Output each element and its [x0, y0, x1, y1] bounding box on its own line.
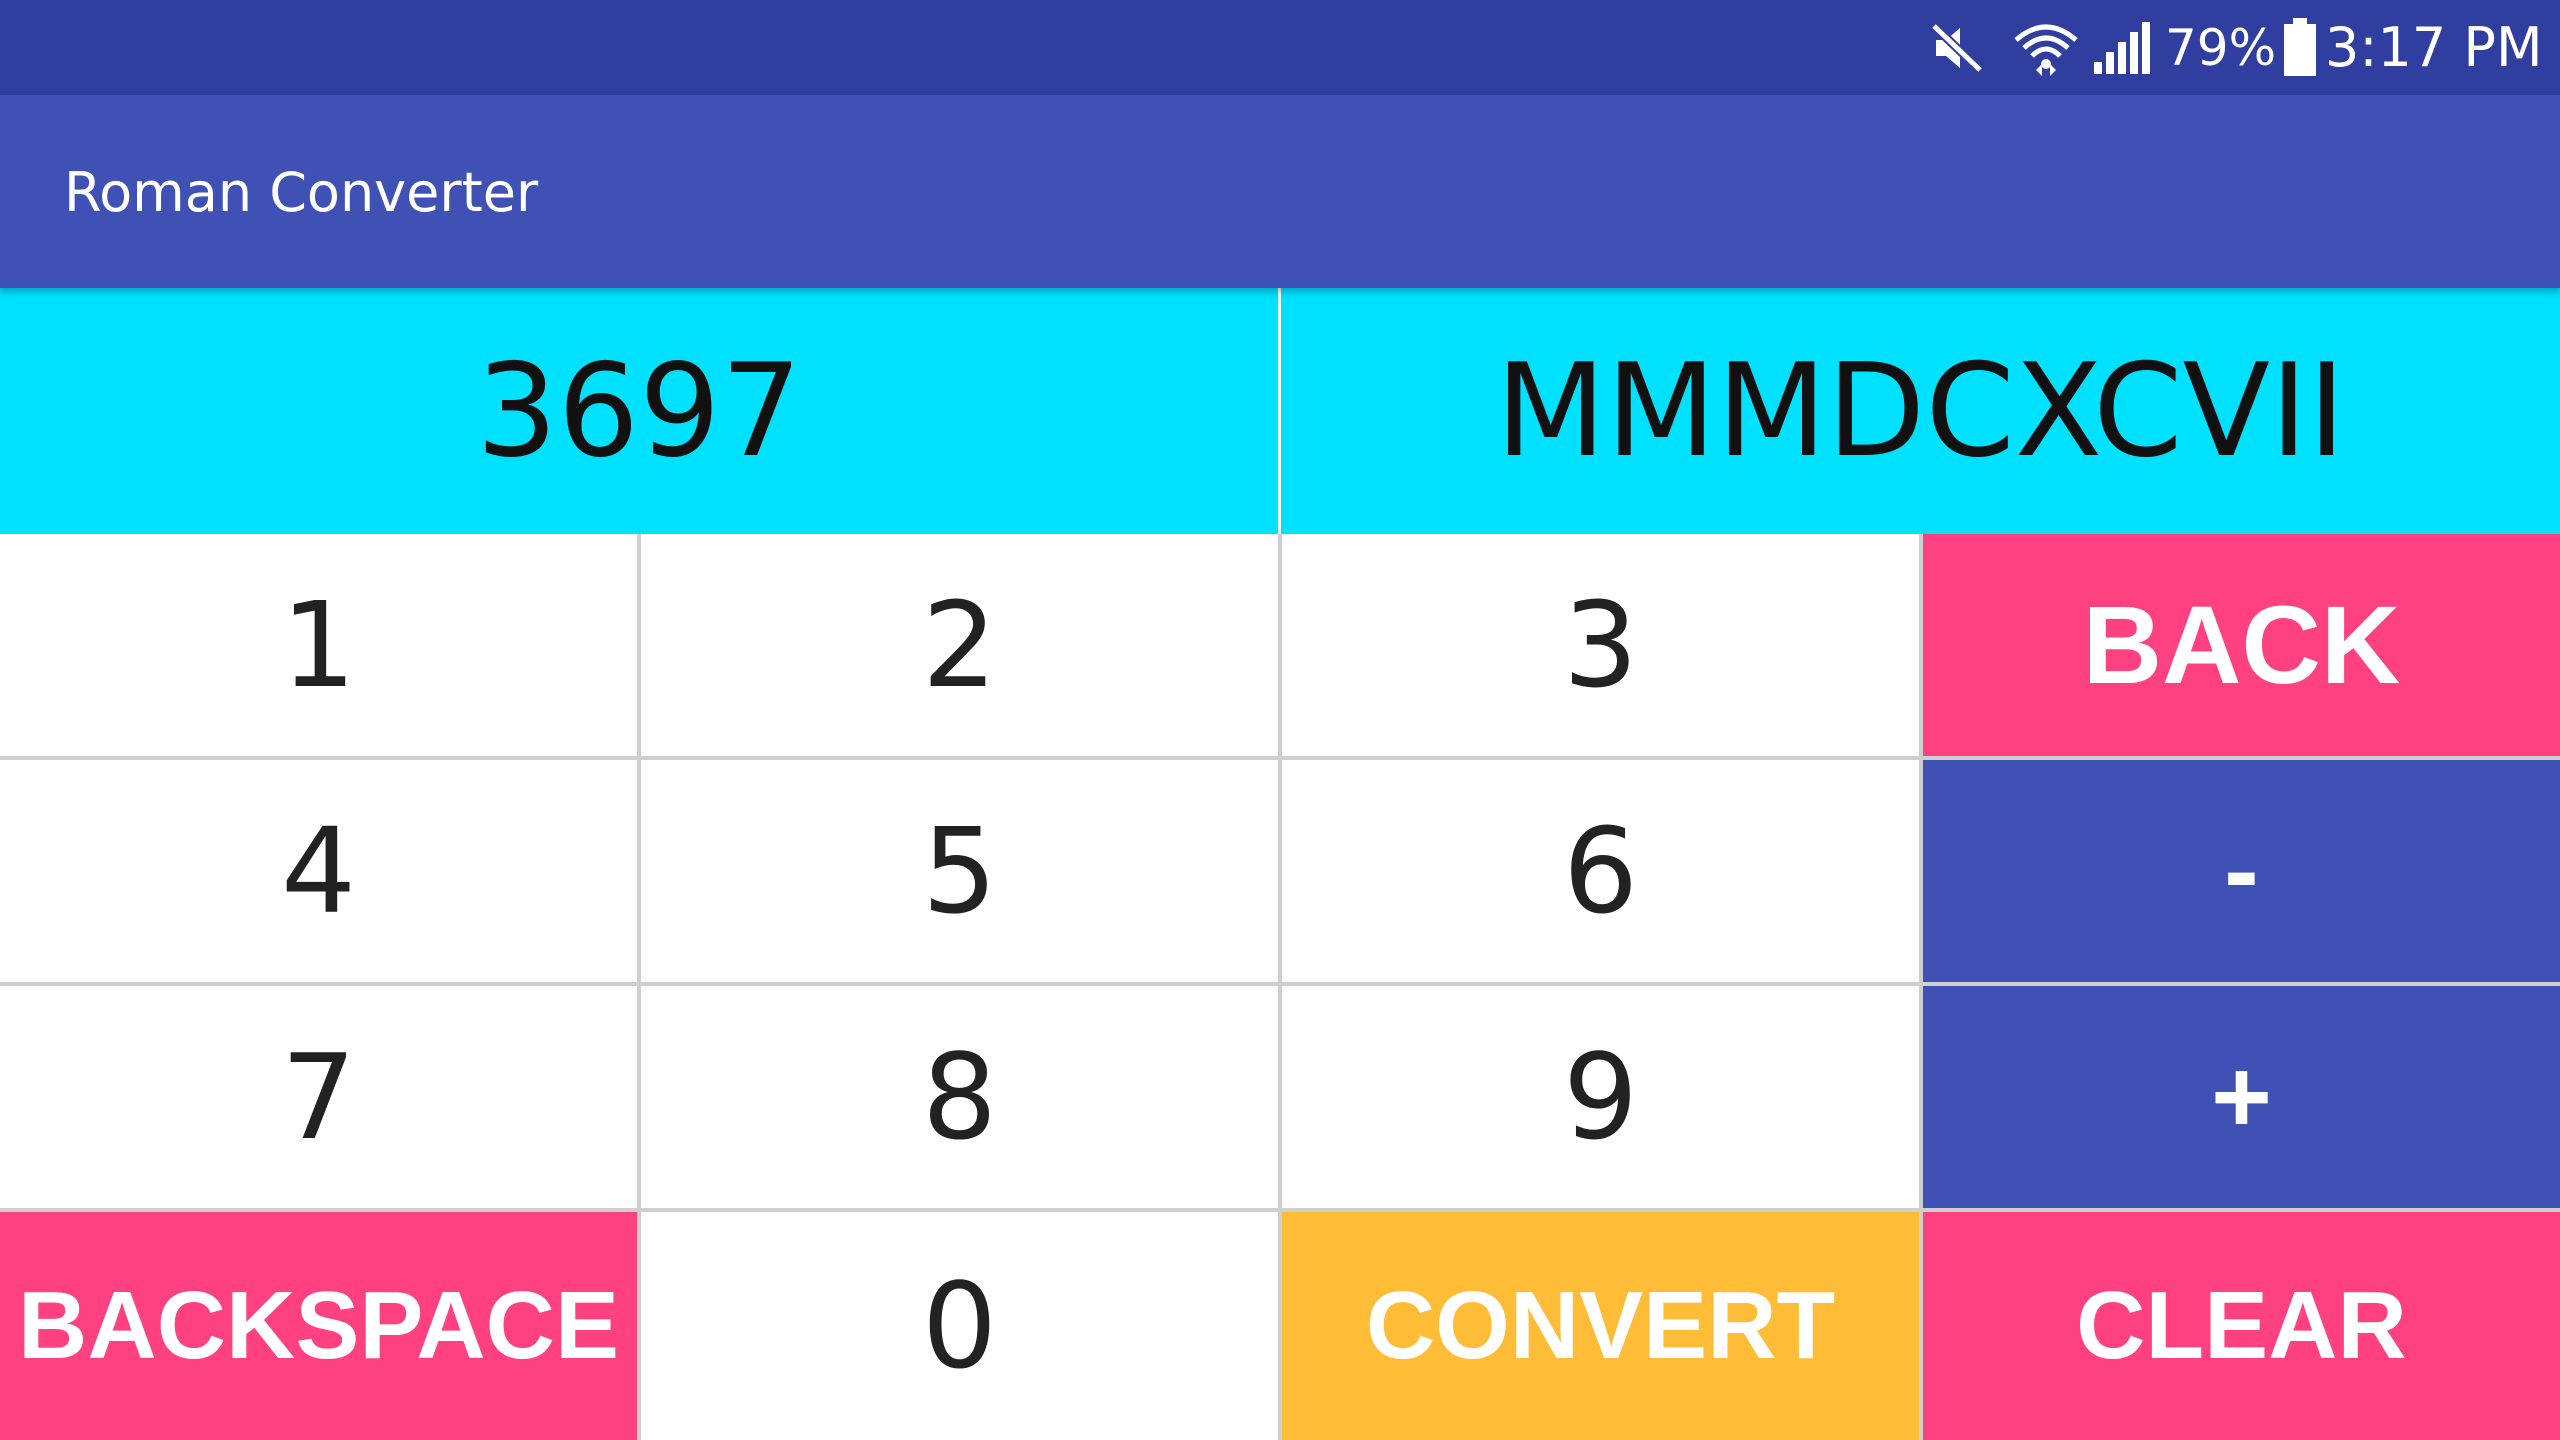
digit-1-button[interactable]: 1 — [0, 534, 637, 756]
signal-icon — [2092, 20, 2152, 76]
decrement-button[interactable]: - — [1923, 760, 2560, 982]
digit-3-button[interactable]: 3 — [1282, 534, 1919, 756]
digit-7-button[interactable]: 7 — [0, 986, 637, 1208]
status-bar: 79% 3:17 PM — [0, 0, 2560, 95]
convert-button[interactable]: CONVERT — [1282, 1212, 1919, 1440]
digit-6-button[interactable]: 6 — [1282, 760, 1919, 982]
wifi-icon — [2012, 20, 2080, 76]
battery-percentage: 79% — [2165, 19, 2277, 77]
digit-0-button[interactable]: 0 — [641, 1212, 1278, 1440]
clear-button[interactable]: CLEAR — [1923, 1212, 2560, 1440]
digit-5-button[interactable]: 5 — [641, 760, 1278, 982]
digit-8-button[interactable]: 8 — [641, 986, 1278, 1208]
clock: 3:17 PM — [2325, 16, 2543, 79]
app-bar: Roman Converter — [0, 95, 2560, 288]
digit-2-button[interactable]: 2 — [641, 534, 1278, 756]
backspace-button[interactable]: BACKSPACE — [0, 1212, 637, 1440]
digit-9-button[interactable]: 9 — [1282, 986, 1919, 1208]
back-button[interactable]: BACK — [1923, 534, 2560, 756]
mute-icon — [1928, 22, 1986, 74]
screen: 79% 3:17 PM Roman Converter 3697 MMMDCXC… — [0, 0, 2560, 1440]
keypad: 1 2 3 BACK 4 5 6 - 7 8 9 + BACKSPACE 0 C… — [0, 534, 2560, 1440]
digit-4-button[interactable]: 4 — [0, 760, 637, 982]
arabic-number-display: 3697 — [476, 336, 802, 486]
increment-button[interactable]: + — [1923, 986, 2560, 1208]
app-title: Roman Converter — [64, 161, 539, 224]
battery-icon — [2282, 18, 2318, 78]
roman-numeral-display: MMMDCXCVII — [1495, 336, 2346, 486]
display-row: 3697 MMMDCXCVII — [0, 288, 2560, 534]
